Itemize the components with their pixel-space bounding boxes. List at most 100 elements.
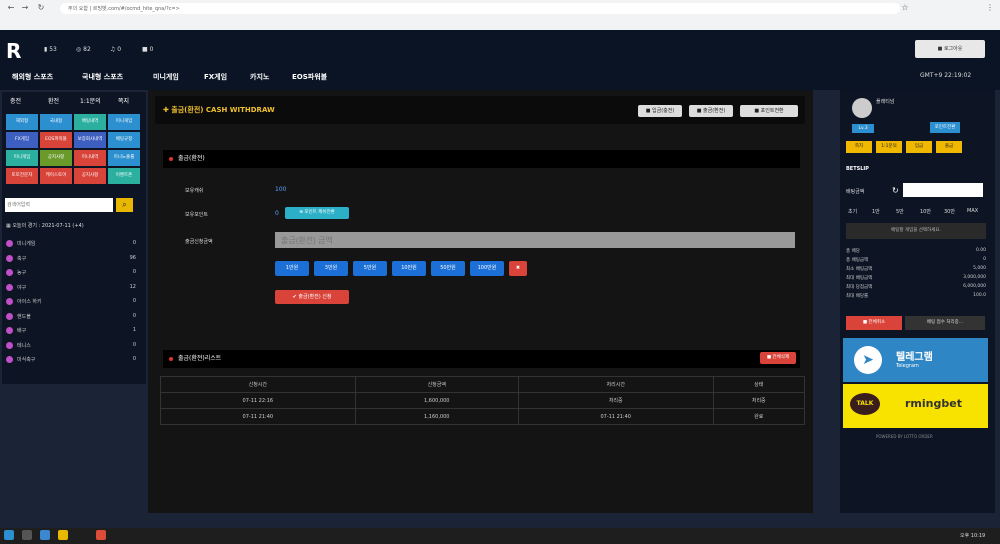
menu-fx-game[interactable]: FX게임: [204, 72, 227, 82]
reset-bet-button[interactable]: ■ 전체취소: [846, 316, 902, 330]
quick-message-button[interactable]: 쪽지: [846, 141, 872, 153]
betslip-title: BETSLIP: [846, 166, 869, 172]
refresh-icon[interactable]: ↻: [892, 186, 899, 195]
list-item[interactable]: 야구 12: [6, 283, 138, 296]
stat-label: 최소 배팅금액: [846, 267, 873, 272]
deposit-button[interactable]: ■ 입금(충전): [638, 105, 682, 117]
delete-all-button[interactable]: ■ 전체삭제: [760, 352, 796, 364]
chip-300k[interactable]: 30만: [944, 208, 955, 215]
list-item[interactable]: 배구 1: [6, 327, 138, 339]
col-process-time: 처리시간: [517, 376, 714, 393]
quick-withdraw-button[interactable]: 출금: [936, 141, 962, 153]
label-cash: 보유캐쉬: [185, 188, 204, 194]
search-icon[interactable]: ⌕: [116, 198, 133, 212]
folder-icon[interactable]: [58, 530, 68, 540]
amount-100k-button[interactable]: 10만원: [392, 261, 426, 276]
cash-value: 100: [275, 186, 287, 193]
tab-message[interactable]: 쪽지: [118, 96, 129, 105]
game-button[interactable]: 배팅내역: [74, 114, 106, 130]
menu-minigame[interactable]: 미니게임: [153, 72, 179, 82]
game-button[interactable]: 미니게임: [6, 150, 38, 166]
list-item[interactable]: 미식축구 0: [6, 356, 138, 368]
menu-casino[interactable]: 카지노: [250, 72, 269, 82]
search-input[interactable]: [5, 198, 113, 212]
label-point: 보유포인트: [185, 212, 209, 218]
menu-eos-powerball[interactable]: EOS파워볼: [292, 72, 327, 82]
withdraw-submit-button[interactable]: ✔ 출금(환전) 신청: [275, 290, 349, 304]
amount-30k-button[interactable]: 3만원: [314, 261, 348, 276]
quick-inquiry-button[interactable]: 1:1문의: [876, 141, 902, 153]
withdraw-history-table: 신청시간 신청금액 처리시간 상태 07-11 22:16 1,600,000 …: [160, 376, 806, 425]
game-button[interactable]: 케이스토어: [40, 168, 72, 184]
site-header: [0, 30, 1000, 90]
list-item[interactable]: 축구 96: [6, 254, 138, 267]
amount-10k-button[interactable]: 1만원: [275, 261, 309, 276]
amount-1m-button[interactable]: 100만원: [470, 261, 504, 276]
amount-input[interactable]: [275, 232, 795, 248]
chip-max[interactable]: MAX: [967, 208, 978, 214]
game-button[interactable]: 토토전문자: [6, 168, 38, 184]
game-button[interactable]: 국내형: [40, 114, 72, 130]
menu-icon[interactable]: ⋮: [985, 3, 995, 13]
logout-button[interactable]: ■ 로그아웃: [915, 40, 985, 58]
tab-deposit[interactable]: 충전: [10, 96, 21, 105]
game-button[interactable]: 해외형: [6, 114, 38, 130]
chip-50k[interactable]: 5만: [896, 208, 904, 215]
sport-icon: [6, 283, 13, 291]
back-icon[interactable]: ←: [6, 3, 16, 13]
menu-overseas-sports[interactable]: 해외형 스포츠: [12, 72, 53, 82]
site-logo[interactable]: R: [6, 40, 28, 62]
point-convert-button[interactable]: ■ 포인트전환: [740, 105, 798, 117]
list-item[interactable]: 아이스 하키 0: [6, 298, 138, 310]
game-button[interactable]: 배팅규정: [108, 132, 140, 148]
chip-100k[interactable]: 10만: [920, 208, 931, 215]
point-to-cash-button[interactable]: ⊕ 포인트 캐쉬전환: [285, 207, 349, 219]
menu-domestic-sports[interactable]: 국내형 스포츠: [82, 72, 123, 82]
place-bet-button[interactable]: 배팅 접수 처리중...: [905, 316, 985, 330]
bet-amount-input[interactable]: [903, 183, 983, 197]
sport-name: 농구: [17, 270, 27, 276]
game-button[interactable]: 보증회사내역: [74, 132, 106, 148]
edge-icon[interactable]: [40, 530, 50, 540]
mail-stat: ■ 0: [142, 46, 154, 53]
reload-icon[interactable]: ↻: [36, 3, 46, 13]
table-row: 07-11 22:16 1,600,000 처리중 처리중: [160, 392, 806, 409]
tab-withdraw[interactable]: 환전: [48, 96, 59, 105]
label-amount: 출금신청금액: [185, 239, 213, 245]
windows-start-icon[interactable]: [4, 530, 14, 540]
trash-icon[interactable]: ✖: [509, 261, 527, 276]
search-taskbar-icon[interactable]: [22, 530, 32, 540]
chip-reset[interactable]: 초기: [848, 208, 857, 215]
withdraw-button[interactable]: ■ 출금(환전): [689, 105, 733, 117]
list-item[interactable]: 핸드볼 0: [6, 312, 138, 325]
list-item[interactable]: 미니게임 0: [6, 240, 138, 252]
footer-text: POWERED BY LOTTO ORDER: [876, 434, 933, 439]
game-button[interactable]: 미니내역: [74, 150, 106, 166]
user-point-button[interactable]: 포인트전환: [930, 122, 960, 133]
game-button[interactable]: FX게임: [6, 132, 38, 148]
amount-50k-button[interactable]: 5만원: [353, 261, 387, 276]
forward-icon[interactable]: →: [20, 3, 30, 13]
chrome-icon[interactable]: [96, 530, 106, 540]
game-button[interactable]: 이벤트존: [108, 168, 140, 184]
address-bar[interactable]: 주의 요함 | 르밍벳.com/#/ocmd_hite_qna/?c=>: [60, 3, 900, 14]
list-item[interactable]: 테니스 0: [6, 341, 138, 354]
point-value: 0: [275, 210, 279, 217]
game-button[interactable]: EOS파워볼: [40, 132, 72, 148]
game-button[interactable]: 공지사항: [74, 168, 106, 184]
quick-deposit-button[interactable]: 입금: [906, 141, 932, 153]
bet-amount-label: 배팅금액: [846, 189, 865, 195]
game-button[interactable]: 공지사항: [40, 150, 72, 166]
list-item[interactable]: 농구 0: [6, 269, 138, 281]
level-badge: Lv.3: [852, 124, 874, 133]
col-request-time: 신청시간: [160, 376, 356, 393]
sport-icon: [6, 269, 13, 276]
chip-10k[interactable]: 1만: [872, 208, 880, 215]
tab-inquiry[interactable]: 1:1문의: [80, 96, 101, 105]
amount-500k-button[interactable]: 50만원: [431, 261, 465, 276]
star-icon[interactable]: ☆: [900, 3, 910, 13]
game-button[interactable]: 미니노출률: [108, 150, 140, 166]
stat-label: 최대 배팅금액: [846, 276, 873, 281]
cell-amount: 1,600,000: [354, 392, 519, 409]
game-button[interactable]: 미니게임: [108, 114, 140, 130]
